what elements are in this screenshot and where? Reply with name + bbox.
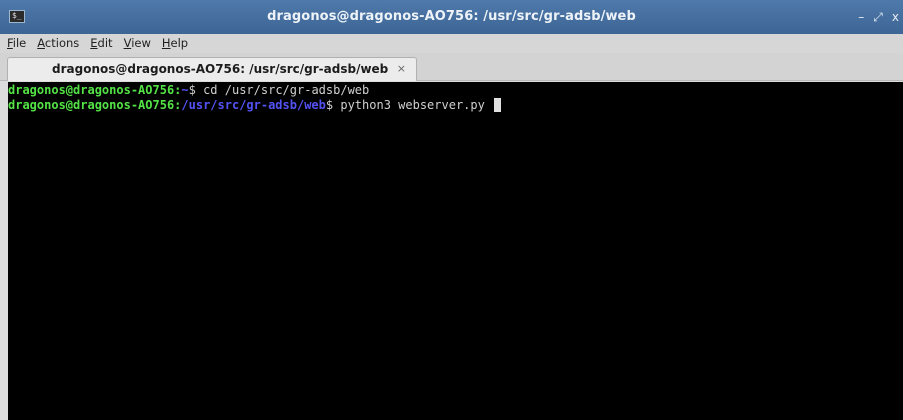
- tab-terminal[interactable]: dragonos@dragonos-AO756: /usr/src/gr-ads…: [7, 57, 417, 81]
- menu-file[interactable]: File: [0, 34, 31, 53]
- maximize-icon[interactable]: ⤢: [873, 0, 883, 34]
- tab-bar: dragonos@dragonos-AO756: /usr/src/gr-ads…: [0, 53, 903, 81]
- menu-view-label: iew: [131, 36, 151, 50]
- prompt-path: ~: [181, 83, 189, 97]
- menu-actions[interactable]: Actions: [31, 34, 84, 53]
- menu-help-accel: H: [161, 36, 171, 50]
- menu-bar: File Actions Edit View Help: [0, 34, 903, 53]
- terminal-line: dragonos@dragonos-AO756:/usr/src/gr-adsb…: [8, 98, 502, 112]
- command-text: cd /usr/src/gr-adsb/web: [195, 83, 370, 97]
- menu-actions-label: ctions: [44, 36, 80, 50]
- tab-close-icon[interactable]: ×: [397, 58, 406, 80]
- prompt-user: dragonos@dragonos-AO756:: [8, 98, 182, 112]
- terminal-window: $_ dragonos@dragonos-AO756: /usr/src/gr-…: [0, 0, 903, 420]
- menu-edit-label: dit: [97, 36, 113, 50]
- menu-view[interactable]: View: [118, 34, 156, 53]
- menu-edit[interactable]: Edit: [84, 34, 117, 53]
- text-cursor: [494, 98, 502, 112]
- menu-help[interactable]: Help: [156, 34, 193, 53]
- prompt-symbol: $: [188, 83, 196, 97]
- window-title: dragonos@dragonos-AO756: /usr/src/gr-ads…: [267, 9, 636, 24]
- command-text: python3 webserver.py: [333, 98, 493, 112]
- close-icon[interactable]: x: [892, 0, 899, 34]
- minimize-icon[interactable]: –: [858, 0, 864, 34]
- window-controls: – ⤢ x: [858, 0, 899, 34]
- terminal-line: dragonos@dragonos-AO756:~$ cd /usr/src/g…: [8, 83, 369, 97]
- menu-actions-accel: A: [37, 36, 45, 50]
- title-bar[interactable]: $_ dragonos@dragonos-AO756: /usr/src/gr-…: [0, 0, 903, 34]
- menu-help-label: elp: [170, 36, 189, 50]
- prompt-user: dragonos@dragonos-AO756:: [8, 83, 182, 97]
- terminal-output[interactable]: dragonos@dragonos-AO756:~$ cd /usr/src/g…: [8, 82, 903, 420]
- menu-file-label: ile: [12, 36, 27, 50]
- tab-label: dragonos@dragonos-AO756: /usr/src/gr-ads…: [52, 62, 389, 76]
- menu-edit-accel: E: [90, 36, 98, 50]
- prompt-path: /usr/src/gr-adsb/web: [181, 98, 326, 112]
